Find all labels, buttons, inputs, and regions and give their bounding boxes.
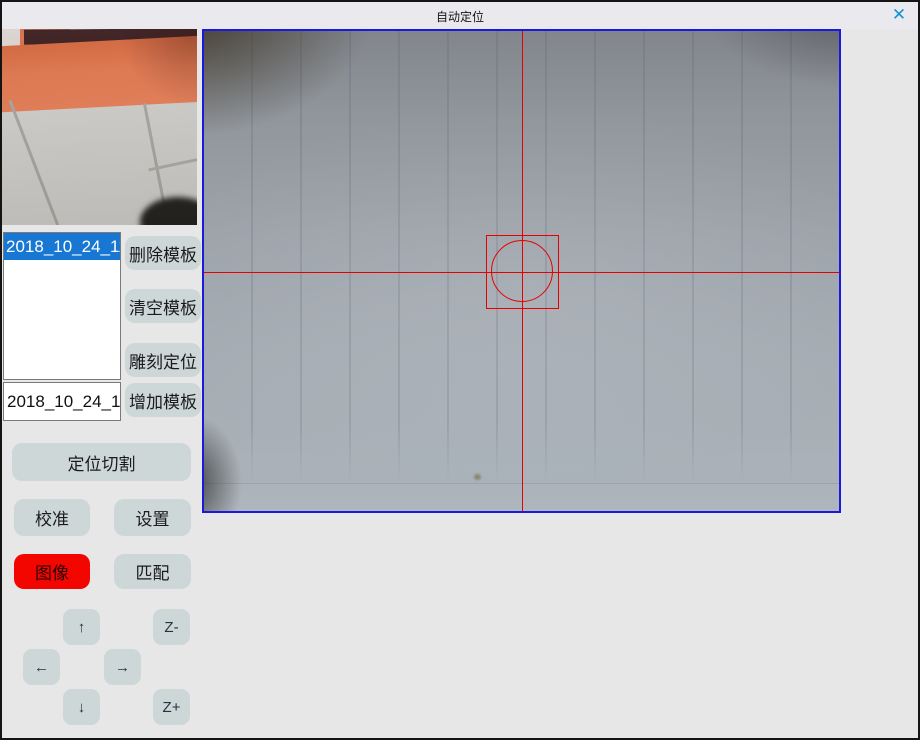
template-list-item[interactable]: 2018_10_24_11 bbox=[4, 233, 120, 260]
calibrate-button[interactable]: 校准 bbox=[14, 499, 90, 536]
z-minus-button[interactable]: Z- bbox=[153, 609, 190, 645]
delete-template-button[interactable]: 删除模板 bbox=[125, 236, 201, 270]
jog-up-button[interactable]: ↑ bbox=[63, 609, 100, 645]
jog-left-button[interactable]: ← bbox=[23, 649, 60, 685]
jog-right-button[interactable]: → bbox=[104, 649, 141, 685]
title-bar: 自动定位 ✕ bbox=[2, 2, 918, 29]
auto-position-dialog: 自动定位 ✕ 2018_10_24_11 删除模板 清空模板 雕刻定位 增加模板… bbox=[0, 0, 920, 740]
template-thumbnail bbox=[2, 29, 197, 225]
camera-speck bbox=[474, 474, 481, 480]
jog-down-button[interactable]: ↓ bbox=[63, 689, 100, 725]
image-button[interactable]: 图像 bbox=[14, 554, 90, 589]
template-name-input[interactable] bbox=[3, 382, 121, 421]
position-cut-button[interactable]: 定位切割 bbox=[12, 443, 191, 481]
thumbnail-shading bbox=[2, 29, 197, 225]
clear-templates-button[interactable]: 清空模板 bbox=[125, 289, 201, 323]
engrave-position-button[interactable]: 雕刻定位 bbox=[125, 343, 201, 377]
target-circle bbox=[491, 240, 553, 302]
add-template-button[interactable]: 增加模板 bbox=[125, 383, 201, 417]
camera-view[interactable] bbox=[202, 29, 841, 513]
window-title: 自动定位 bbox=[2, 8, 918, 25]
settings-button[interactable]: 设置 bbox=[114, 499, 191, 536]
template-list[interactable]: 2018_10_24_11 bbox=[3, 232, 121, 380]
z-plus-button[interactable]: Z+ bbox=[153, 689, 190, 725]
match-button[interactable]: 匹配 bbox=[114, 554, 191, 589]
close-icon[interactable]: ✕ bbox=[889, 5, 909, 25]
